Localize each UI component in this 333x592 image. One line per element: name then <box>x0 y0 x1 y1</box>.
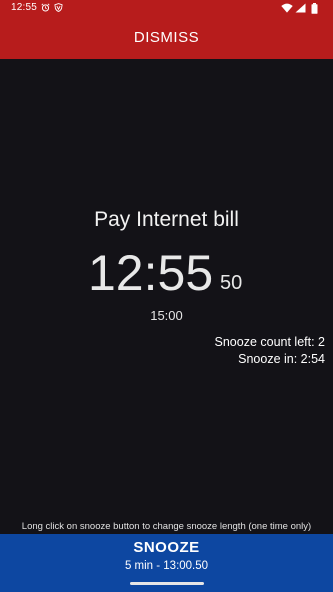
snooze-info: Snooze count left: 2 Snooze in: 2:54 <box>215 334 326 368</box>
clock-hours-minutes: 12:55 <box>88 245 214 301</box>
wifi-icon <box>281 3 293 13</box>
snooze-count-left: Snooze count left: 2 <box>214 335 326 349</box>
snooze-hint: Long click on snooze button to change sn… <box>21 521 312 532</box>
alarm-icon <box>41 3 50 12</box>
snooze-in: Snooze in: 2:54 <box>238 352 325 366</box>
signal-icon <box>295 3 306 13</box>
battery-icon <box>311 3 318 14</box>
status-time: 12:55 <box>11 2 38 13</box>
snooze-button-label: SNOOZE <box>133 539 200 556</box>
alarm-screen: 12:55 DISMISS Pay Internet bill 12:55 50… <box>0 0 333 592</box>
alarm-label: Pay Internet bill <box>94 208 239 231</box>
clock-seconds: 50 <box>220 272 243 294</box>
next-alarm-time: 15:00 <box>150 308 183 323</box>
clock: 12:55 50 <box>88 243 258 303</box>
status-right-icons <box>281 2 323 14</box>
top-bar: 12:55 DISMISS <box>0 0 333 59</box>
dismiss-button[interactable]: DISMISS <box>0 16 333 59</box>
status-bar: 12:55 <box>0 0 333 16</box>
home-indicator[interactable] <box>130 582 204 585</box>
snooze-button-subtitle: 5 min - 13:00.50 <box>124 560 209 572</box>
shield-icon <box>54 3 63 12</box>
